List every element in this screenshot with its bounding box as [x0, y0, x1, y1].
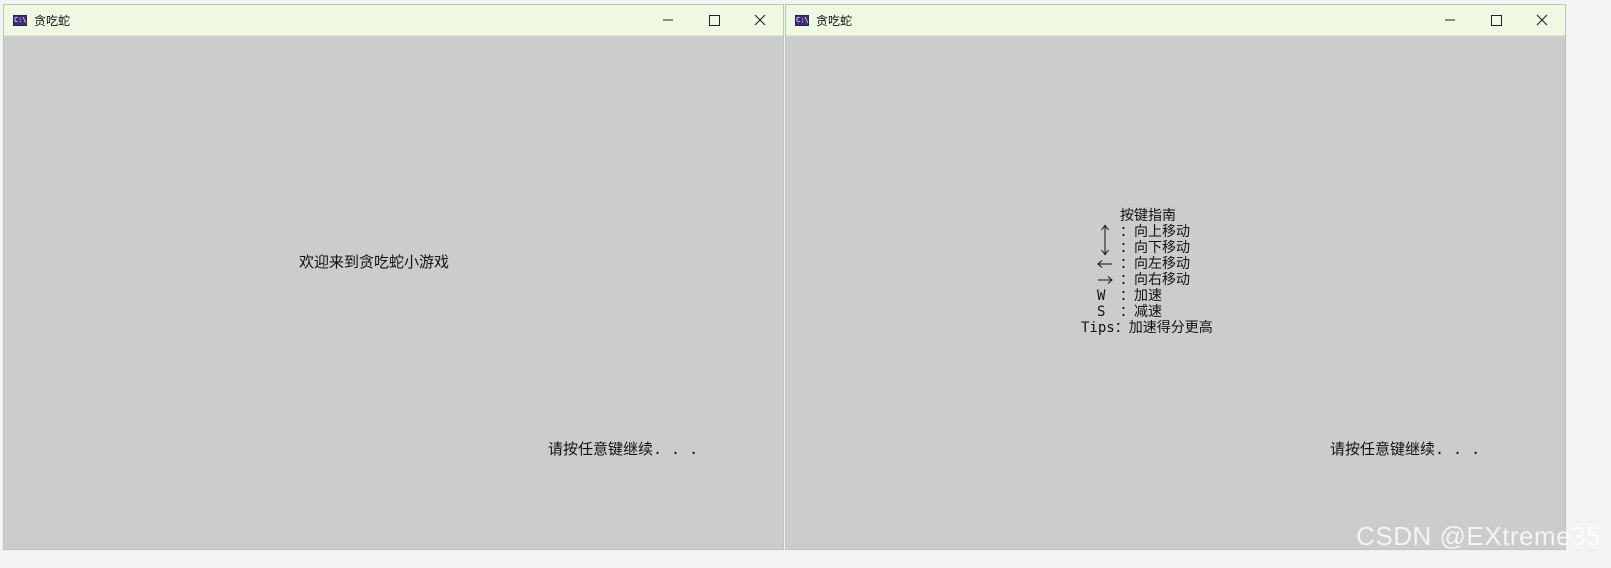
csdn-watermark: CSDN @EXtreme35: [1356, 521, 1601, 551]
guide-down: ：向下移动: [1120, 240, 1190, 256]
minimize-button[interactable]: [1427, 5, 1473, 35]
minimize-button[interactable]: [645, 5, 691, 35]
close-button[interactable]: [737, 5, 783, 35]
window-title: 贪吃蛇: [34, 14, 71, 28]
console-app-icon: C:\: [13, 15, 27, 26]
console-window-welcome[interactable]: C:\ 贪吃蛇 欢迎来到贪吃蛇小游戏 请按任意键继续. . .: [3, 4, 784, 550]
close-icon: [754, 14, 766, 26]
window-title: 贪吃蛇: [816, 14, 853, 28]
guide-heading: 按键指南: [1120, 208, 1176, 224]
guide-speed-up: ：加速: [1120, 288, 1162, 304]
console-window-guide[interactable]: C:\ 贪吃蛇 按键指南 ：向上移动 ：向下移动 ：向左移动 ：向右移动 W ：…: [785, 4, 1566, 550]
console-output: 欢迎来到贪吃蛇小游戏 请按任意键继续. . .: [4, 36, 783, 549]
guide-right: ：向右移动: [1120, 272, 1190, 288]
maximize-icon: [1491, 15, 1502, 26]
maximize-button[interactable]: [691, 5, 737, 35]
minimize-icon: [1445, 19, 1455, 21]
continue-prompt: 请按任意键继续. . .: [1330, 440, 1481, 458]
maximize-button[interactable]: [1473, 5, 1519, 35]
console-app-icon: C:\: [795, 15, 809, 26]
left-arrow-icon: [1097, 260, 1112, 268]
maximize-icon: [709, 15, 720, 26]
guide-up: ：向上移动: [1120, 224, 1190, 240]
key-s-label: S: [1097, 304, 1106, 320]
key-w-label: W: [1097, 288, 1106, 304]
continue-prompt: 请按任意键继续. . .: [548, 440, 699, 458]
right-arrow-icon: [1098, 276, 1113, 284]
console-output: 按键指南 ：向上移动 ：向下移动 ：向左移动 ：向右移动 W ：加速 S ：减速: [786, 36, 1565, 549]
close-icon: [1536, 14, 1548, 26]
desktop: C:\ 贪吃蛇 欢迎来到贪吃蛇小游戏 请按任意键继续. . . C:\ 贪吃蛇: [0, 0, 1611, 568]
title-bar[interactable]: C:\ 贪吃蛇: [4, 5, 783, 36]
minimize-icon: [663, 19, 673, 21]
title-bar[interactable]: C:\ 贪吃蛇: [786, 5, 1565, 36]
up-down-arrow-icon: [1101, 224, 1109, 256]
close-button[interactable]: [1519, 5, 1565, 35]
welcome-text: 欢迎来到贪吃蛇小游戏: [299, 253, 450, 271]
guide-left: ：向左移动: [1120, 256, 1190, 272]
guide-tips: Tips：加速得分更高: [1081, 320, 1213, 336]
guide-slow-down: ：减速: [1120, 304, 1162, 320]
